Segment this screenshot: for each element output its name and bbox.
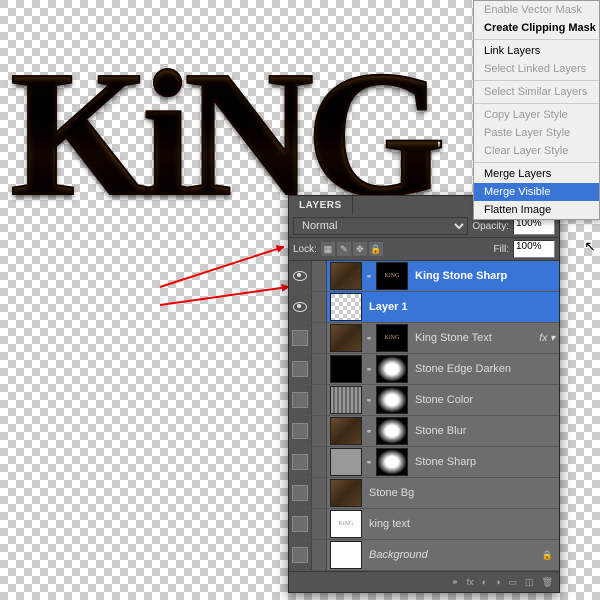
layer-row[interactable]: ⚭ Stone Color — [289, 385, 559, 416]
fill-label: Fill: — [493, 244, 509, 255]
layer-row[interactable]: ⚭ Stone Sharp — [289, 447, 559, 478]
layer-name[interactable]: Stone Sharp — [411, 456, 559, 468]
fill-input[interactable]: 100% — [513, 240, 555, 258]
fx-icon[interactable]: fx ▾ — [539, 333, 559, 344]
adjustment-layer-icon[interactable]: ◑ — [495, 577, 500, 587]
layers-panel: LAYERS Normal Opacity: 100% Lock: ▦ ✎ ✥ … — [288, 195, 560, 593]
link-icon: ⚭ — [365, 334, 373, 343]
menu-item[interactable]: Merge Layers — [474, 165, 599, 183]
menu-item: Enable Vector Mask — [474, 1, 599, 19]
menu-item[interactable]: Merge Visible — [474, 183, 599, 201]
lock-position-icon[interactable]: ✥ — [353, 242, 367, 256]
visibility-toggle[interactable] — [289, 261, 312, 291]
layer-thumbnail[interactable] — [376, 417, 408, 445]
layer-row[interactable]: Background🔒 — [289, 540, 559, 571]
layer-thumbnail[interactable] — [330, 386, 362, 414]
menu-item[interactable]: Link Layers — [474, 42, 599, 60]
eye-icon — [293, 302, 307, 312]
layer-row[interactable]: ⚭KiNGKing Stone Sharp — [289, 261, 559, 292]
layer-thumbnail[interactable] — [330, 293, 362, 321]
menu-item: Select Similar Layers — [474, 83, 599, 101]
layer-row[interactable]: ⚭KiNGKing Stone Textfx ▾ — [289, 323, 559, 354]
layer-thumbnail[interactable] — [330, 355, 362, 383]
menu-item: Paste Layer Style — [474, 124, 599, 142]
eye-icon — [293, 271, 307, 281]
lock-all-icon[interactable]: 🔒 — [369, 242, 383, 256]
link-icon: ⚭ — [365, 458, 373, 467]
layer-thumbnail[interactable] — [330, 541, 362, 569]
layer-row[interactable]: KiNGking text — [289, 509, 559, 540]
layer-thumbnail[interactable] — [376, 355, 408, 383]
layer-thumbnail[interactable] — [376, 386, 408, 414]
layer-thumbnail[interactable] — [330, 448, 362, 476]
menu-item[interactable]: Create Clipping Mask — [474, 19, 599, 37]
layer-context-menu: Enable Vector MaskCreate Clipping Mask Li… — [473, 0, 600, 220]
link-icon: ⚭ — [365, 272, 373, 281]
visibility-toggle[interactable] — [289, 323, 312, 353]
layer-name[interactable]: king text — [365, 518, 559, 530]
menu-item: Clear Layer Style — [474, 142, 599, 160]
visibility-toggle[interactable] — [289, 292, 312, 322]
trash-icon[interactable]: 🗑 — [542, 577, 553, 588]
layer-thumbnail[interactable] — [330, 417, 362, 445]
layer-name[interactable]: Stone Blur — [411, 425, 559, 437]
layer-mask-icon[interactable]: ◐ — [482, 577, 487, 587]
layer-thumbnail[interactable]: KiNG — [376, 262, 408, 290]
layer-thumbnail[interactable] — [376, 448, 408, 476]
group-icon[interactable]: ▭ — [509, 577, 518, 588]
lock-label: Lock: — [293, 244, 317, 255]
panel-footer: ⚭ fx ◐ ◑ ▭ ◫ 🗑 — [289, 571, 559, 592]
visibility-toggle[interactable] — [289, 509, 312, 539]
visibility-toggle[interactable] — [289, 540, 312, 570]
layer-thumbnail[interactable] — [330, 262, 362, 290]
menu-item[interactable]: Flatten Image — [474, 201, 599, 219]
menu-item: Select Linked Layers — [474, 60, 599, 78]
layer-row[interactable]: ⚭ Stone Edge Darken — [289, 354, 559, 385]
lock-icon: 🔒 — [542, 550, 559, 561]
layer-fx-icon[interactable]: fx — [467, 577, 474, 587]
layer-thumbnail[interactable]: KiNG — [376, 324, 408, 352]
layer-name[interactable]: Stone Color — [411, 394, 559, 406]
visibility-toggle[interactable] — [289, 416, 312, 446]
layer-thumbnail[interactable] — [330, 479, 362, 507]
layer-row[interactable]: ⚭ Stone Blur — [289, 416, 559, 447]
layer-name[interactable]: Layer 1 — [365, 301, 559, 313]
layer-list: ⚭KiNGKing Stone SharpLayer 1⚭KiNGKing St… — [289, 261, 559, 571]
opacity-label: Opacity: — [472, 221, 509, 232]
lock-row: Lock: ▦ ✎ ✥ 🔒 Fill: 100% — [289, 238, 559, 261]
layer-thumbnail[interactable]: KiNG — [330, 510, 362, 538]
link-layers-icon[interactable]: ⚭ — [451, 577, 459, 588]
layer-row[interactable]: Stone Bg — [289, 478, 559, 509]
layer-name[interactable]: Stone Edge Darken — [411, 363, 559, 375]
new-layer-icon[interactable]: ◫ — [525, 577, 534, 588]
visibility-toggle[interactable] — [289, 447, 312, 477]
link-icon: ⚭ — [365, 365, 373, 374]
lock-icons: ▦ ✎ ✥ 🔒 — [321, 242, 383, 256]
layer-name[interactable]: Stone Bg — [365, 487, 559, 499]
visibility-toggle[interactable] — [289, 478, 312, 508]
menu-item: Copy Layer Style — [474, 106, 599, 124]
layer-row[interactable]: Layer 1 — [289, 292, 559, 323]
layer-name[interactable]: King Stone Text — [411, 332, 539, 344]
layer-thumbnail[interactable] — [330, 324, 362, 352]
layer-name[interactable]: King Stone Sharp — [411, 270, 559, 282]
lock-pixels-icon[interactable]: ✎ — [337, 242, 351, 256]
layer-name[interactable]: Background — [365, 549, 542, 561]
visibility-toggle[interactable] — [289, 385, 312, 415]
layers-tab[interactable]: LAYERS — [289, 196, 353, 215]
link-icon: ⚭ — [365, 427, 373, 436]
blend-mode-select[interactable]: Normal — [293, 217, 468, 235]
lock-transparency-icon[interactable]: ▦ — [321, 242, 335, 256]
link-icon: ⚭ — [365, 396, 373, 405]
visibility-toggle[interactable] — [289, 354, 312, 384]
